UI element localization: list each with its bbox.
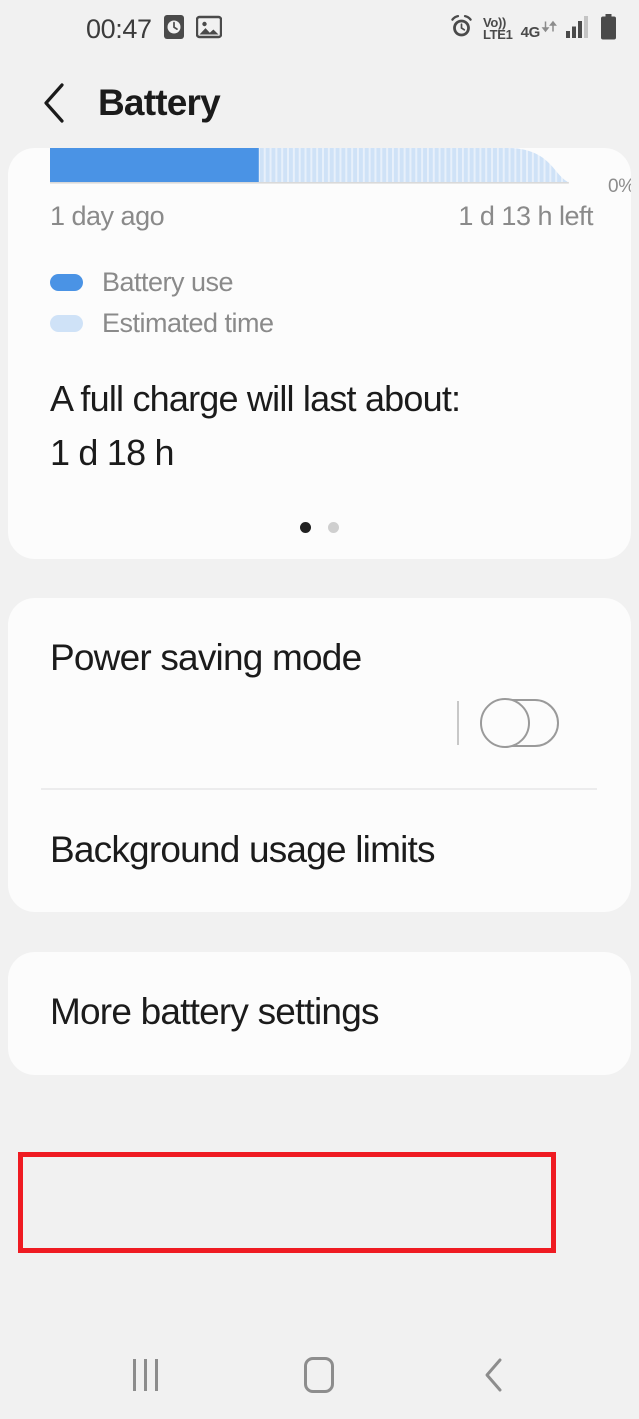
more-battery-settings-label: More battery settings — [50, 991, 379, 1033]
chart-left-label: 1 day ago — [50, 201, 165, 231]
status-bar: 00:47 Vo)) LTE1 4G — [0, 0, 639, 58]
back-chevron-icon — [485, 1358, 502, 1391]
recents-icon — [132, 1358, 158, 1391]
chart-baseline — [50, 182, 569, 184]
nav-back-button[interactable] — [451, 1332, 537, 1418]
full-charge-block: A full charge will last about: 1 d 18 h — [50, 372, 589, 479]
page-title: Battery — [98, 82, 221, 123]
alarm-clock-icon — [163, 14, 185, 45]
status-bar-right: Vo)) LTE1 4G — [448, 13, 617, 45]
network-type-label: 4G — [520, 24, 541, 41]
chart-series-battery-use — [50, 148, 259, 182]
chart-right-label: 1 d 13 h left — [458, 201, 593, 231]
chart-legend: Battery use Estimated time — [50, 262, 631, 344]
full-charge-text: A full charge will last about: — [50, 378, 461, 419]
chart-zero-percent-label: 0% — [607, 176, 631, 197]
home-icon — [304, 1356, 335, 1393]
mobile-data-icon: 4G — [521, 18, 558, 40]
toggle-knob — [480, 697, 530, 748]
system-navigation-bar — [0, 1330, 639, 1419]
legend-item-estimated-time: Estimated time — [50, 303, 631, 344]
power-saving-toggle[interactable] — [480, 697, 559, 748]
settings-scroll-content[interactable]: 0% 1 day ago 1 d 13 h left Battery use E… — [0, 148, 639, 1075]
power-saving-label: Power saving mode — [50, 637, 362, 679]
page-dot-1[interactable] — [300, 522, 311, 534]
battery-chart-svg — [50, 148, 569, 184]
battery-settings-card: Power saving mode Background usage limit… — [8, 598, 631, 913]
battery-full-icon — [600, 13, 617, 45]
chevron-left-icon — [44, 83, 64, 123]
toggle-divider — [457, 700, 459, 745]
legend-swatch-battery-use — [50, 274, 83, 291]
power-saving-toggle-area[interactable] — [50, 685, 597, 761]
nav-recents-button[interactable] — [102, 1332, 188, 1418]
alarm-bell-icon — [448, 13, 475, 45]
status-bar-left: 00:47 — [86, 14, 222, 45]
setting-row-background-limits[interactable]: Background usage limits — [8, 790, 631, 913]
nav-home-button[interactable] — [276, 1332, 362, 1418]
volte-icon: Vo)) LTE1 — [482, 14, 513, 42]
signal-bars-icon — [566, 15, 592, 43]
legend-label-estimated-time: Estimated time — [102, 308, 274, 338]
status-bar-clock: 00:47 — [86, 13, 152, 44]
annotation-highlight-box — [18, 1152, 556, 1253]
chart-axis-labels: 1 day ago 1 d 13 h left — [50, 201, 593, 232]
background-limits-label: Background usage limits — [50, 828, 436, 870]
back-button[interactable] — [40, 83, 70, 123]
gallery-image-icon — [195, 14, 222, 45]
mobile-data-arrows-icon — [541, 18, 558, 40]
battery-graph-card[interactable]: 0% 1 day ago 1 d 13 h left Battery use E… — [8, 148, 631, 560]
page-dot-2[interactable] — [328, 522, 339, 534]
legend-item-battery-use: Battery use — [50, 262, 631, 303]
chart-series-estimated-time — [258, 148, 569, 182]
legend-swatch-estimated-time — [50, 315, 83, 332]
setting-row-power-saving[interactable]: Power saving mode — [8, 598, 631, 761]
more-battery-settings-card[interactable]: More battery settings — [8, 952, 631, 1075]
battery-usage-chart: 0% — [50, 148, 631, 197]
carousel-page-indicator[interactable] — [8, 522, 631, 534]
app-header: Battery — [0, 58, 639, 148]
legend-label-battery-use: Battery use — [102, 267, 234, 297]
full-charge-value: 1 d 18 h — [50, 431, 175, 473]
